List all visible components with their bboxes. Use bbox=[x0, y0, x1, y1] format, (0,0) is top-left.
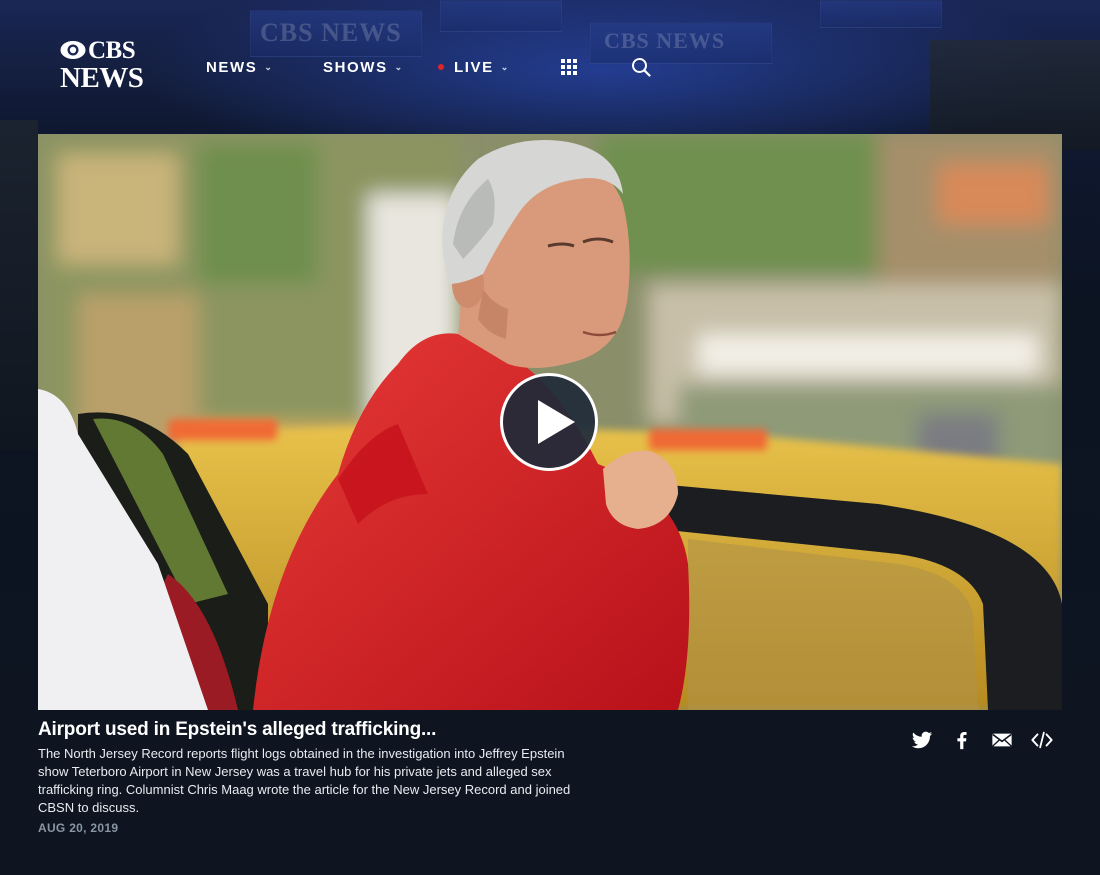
nav-shows-label: SHOWS bbox=[323, 58, 388, 76]
nav-shows[interactable]: SHOWS ⌄ bbox=[323, 57, 402, 77]
logo-news-text: NEWS bbox=[60, 62, 144, 94]
email-icon[interactable] bbox=[991, 729, 1013, 751]
chevron-down-icon: ⌄ bbox=[500, 61, 509, 72]
twitter-icon[interactable] bbox=[911, 729, 933, 751]
video-player[interactable] bbox=[38, 134, 1062, 710]
publish-date: AUG 20, 2019 bbox=[38, 821, 119, 835]
chevron-down-icon: ⌄ bbox=[394, 61, 403, 72]
cbs-news-logo[interactable]: CBS NEWS bbox=[60, 38, 144, 96]
facebook-icon[interactable] bbox=[951, 729, 973, 751]
video-summary: The North Jersey Record reports flight l… bbox=[38, 746, 571, 815]
embed-icon[interactable] bbox=[1031, 729, 1053, 751]
site-header: CBS NEWS NEWS ⌄ SHOWS ⌄ LIVE ⌄ bbox=[0, 0, 1100, 120]
logo-cbs-text: CBS bbox=[88, 37, 136, 64]
nav-news[interactable]: NEWS ⌄ bbox=[206, 57, 272, 77]
cbs-eye-icon bbox=[60, 41, 86, 59]
sections-grid-icon[interactable] bbox=[561, 59, 577, 75]
play-icon bbox=[538, 400, 575, 444]
search-icon[interactable] bbox=[631, 57, 651, 77]
chevron-down-icon: ⌄ bbox=[264, 61, 272, 72]
nav-live[interactable]: LIVE ⌄ bbox=[438, 57, 508, 77]
nav-news-label: NEWS bbox=[206, 58, 258, 76]
video-headline[interactable]: Airport used in Epstein's alleged traffi… bbox=[38, 719, 436, 741]
nav-live-label: LIVE bbox=[454, 58, 494, 76]
live-indicator-dot bbox=[438, 64, 444, 70]
play-button[interactable] bbox=[500, 373, 598, 471]
